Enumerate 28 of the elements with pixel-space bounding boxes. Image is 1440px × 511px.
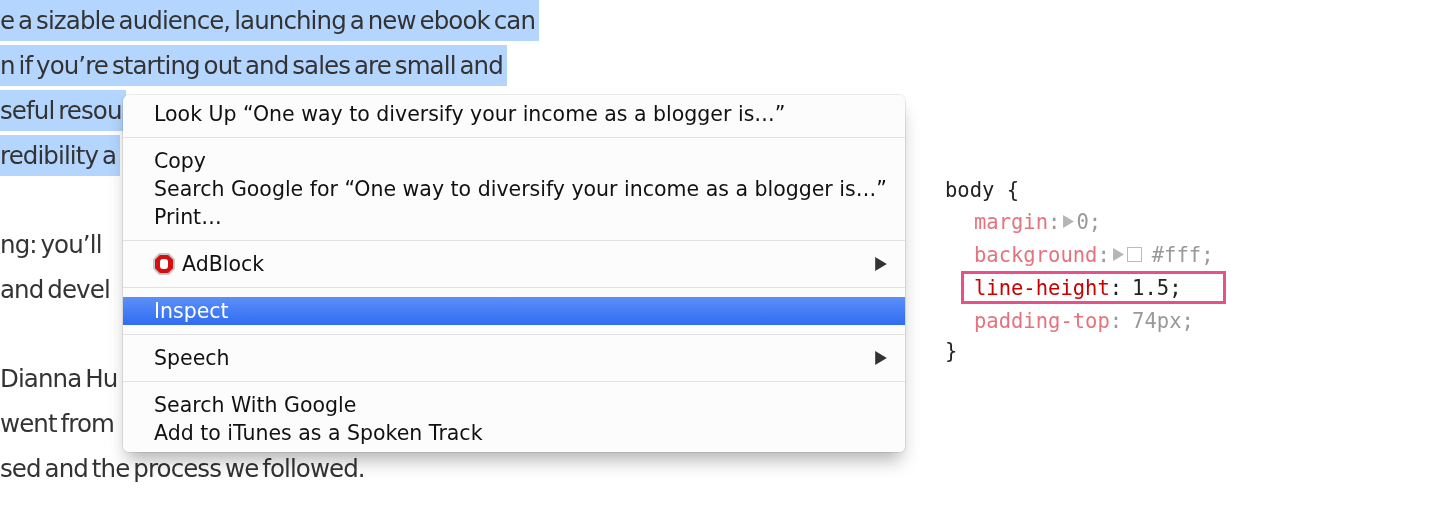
- css-selector: body {: [945, 177, 1021, 204]
- article-text: ng: you’ll: [0, 229, 103, 261]
- menu-item[interactable]: Look Up “One way to diversify your income as a blogger is…”: [123, 100, 905, 128]
- color-swatch[interactable]: [1126, 247, 1142, 262]
- css-property: background: #fff;: [973, 241, 1215, 269]
- menu-item[interactable]: Copy: [123, 147, 905, 175]
- article-text: sed and the process we followed.: [0, 453, 366, 485]
- menu-item[interactable]: Inspect: [123, 297, 905, 325]
- menu-item[interactable]: Add to iTunes as a Spoken Track: [123, 419, 905, 447]
- article-text: n if you’re starting out and sales are small and: [0, 45, 507, 86]
- article-text: redibility a: [0, 135, 121, 176]
- highlighted-css-property: line-height: 1.5;: [961, 271, 1227, 304]
- css-brace: }: [945, 338, 959, 365]
- article-text: e a sizable audience, launching a new ebook can: [0, 0, 539, 41]
- expand-triangle-icon[interactable]: [1112, 248, 1124, 261]
- expand-triangle-icon[interactable]: [1063, 215, 1075, 228]
- menu-item[interactable]: Speech: [123, 344, 905, 372]
- article-text: Dianna Hu: [0, 363, 119, 395]
- menu-item[interactable]: Search With Google: [123, 391, 905, 419]
- article-text: seful resou: [0, 90, 126, 131]
- menu-item[interactable]: Search Google for “One way to diversify your income as a blogger is…”: [123, 175, 905, 203]
- article-text: went from: [0, 408, 115, 440]
- menu-item[interactable]: AdBlock: [123, 250, 905, 278]
- stop-hand-icon: [152, 252, 176, 276]
- css-property: margin: 0;: [973, 208, 1103, 236]
- menu-item[interactable]: Print…: [123, 203, 905, 231]
- css-property: padding-top: 74px;: [973, 307, 1195, 335]
- article-text: and devel: [0, 274, 111, 306]
